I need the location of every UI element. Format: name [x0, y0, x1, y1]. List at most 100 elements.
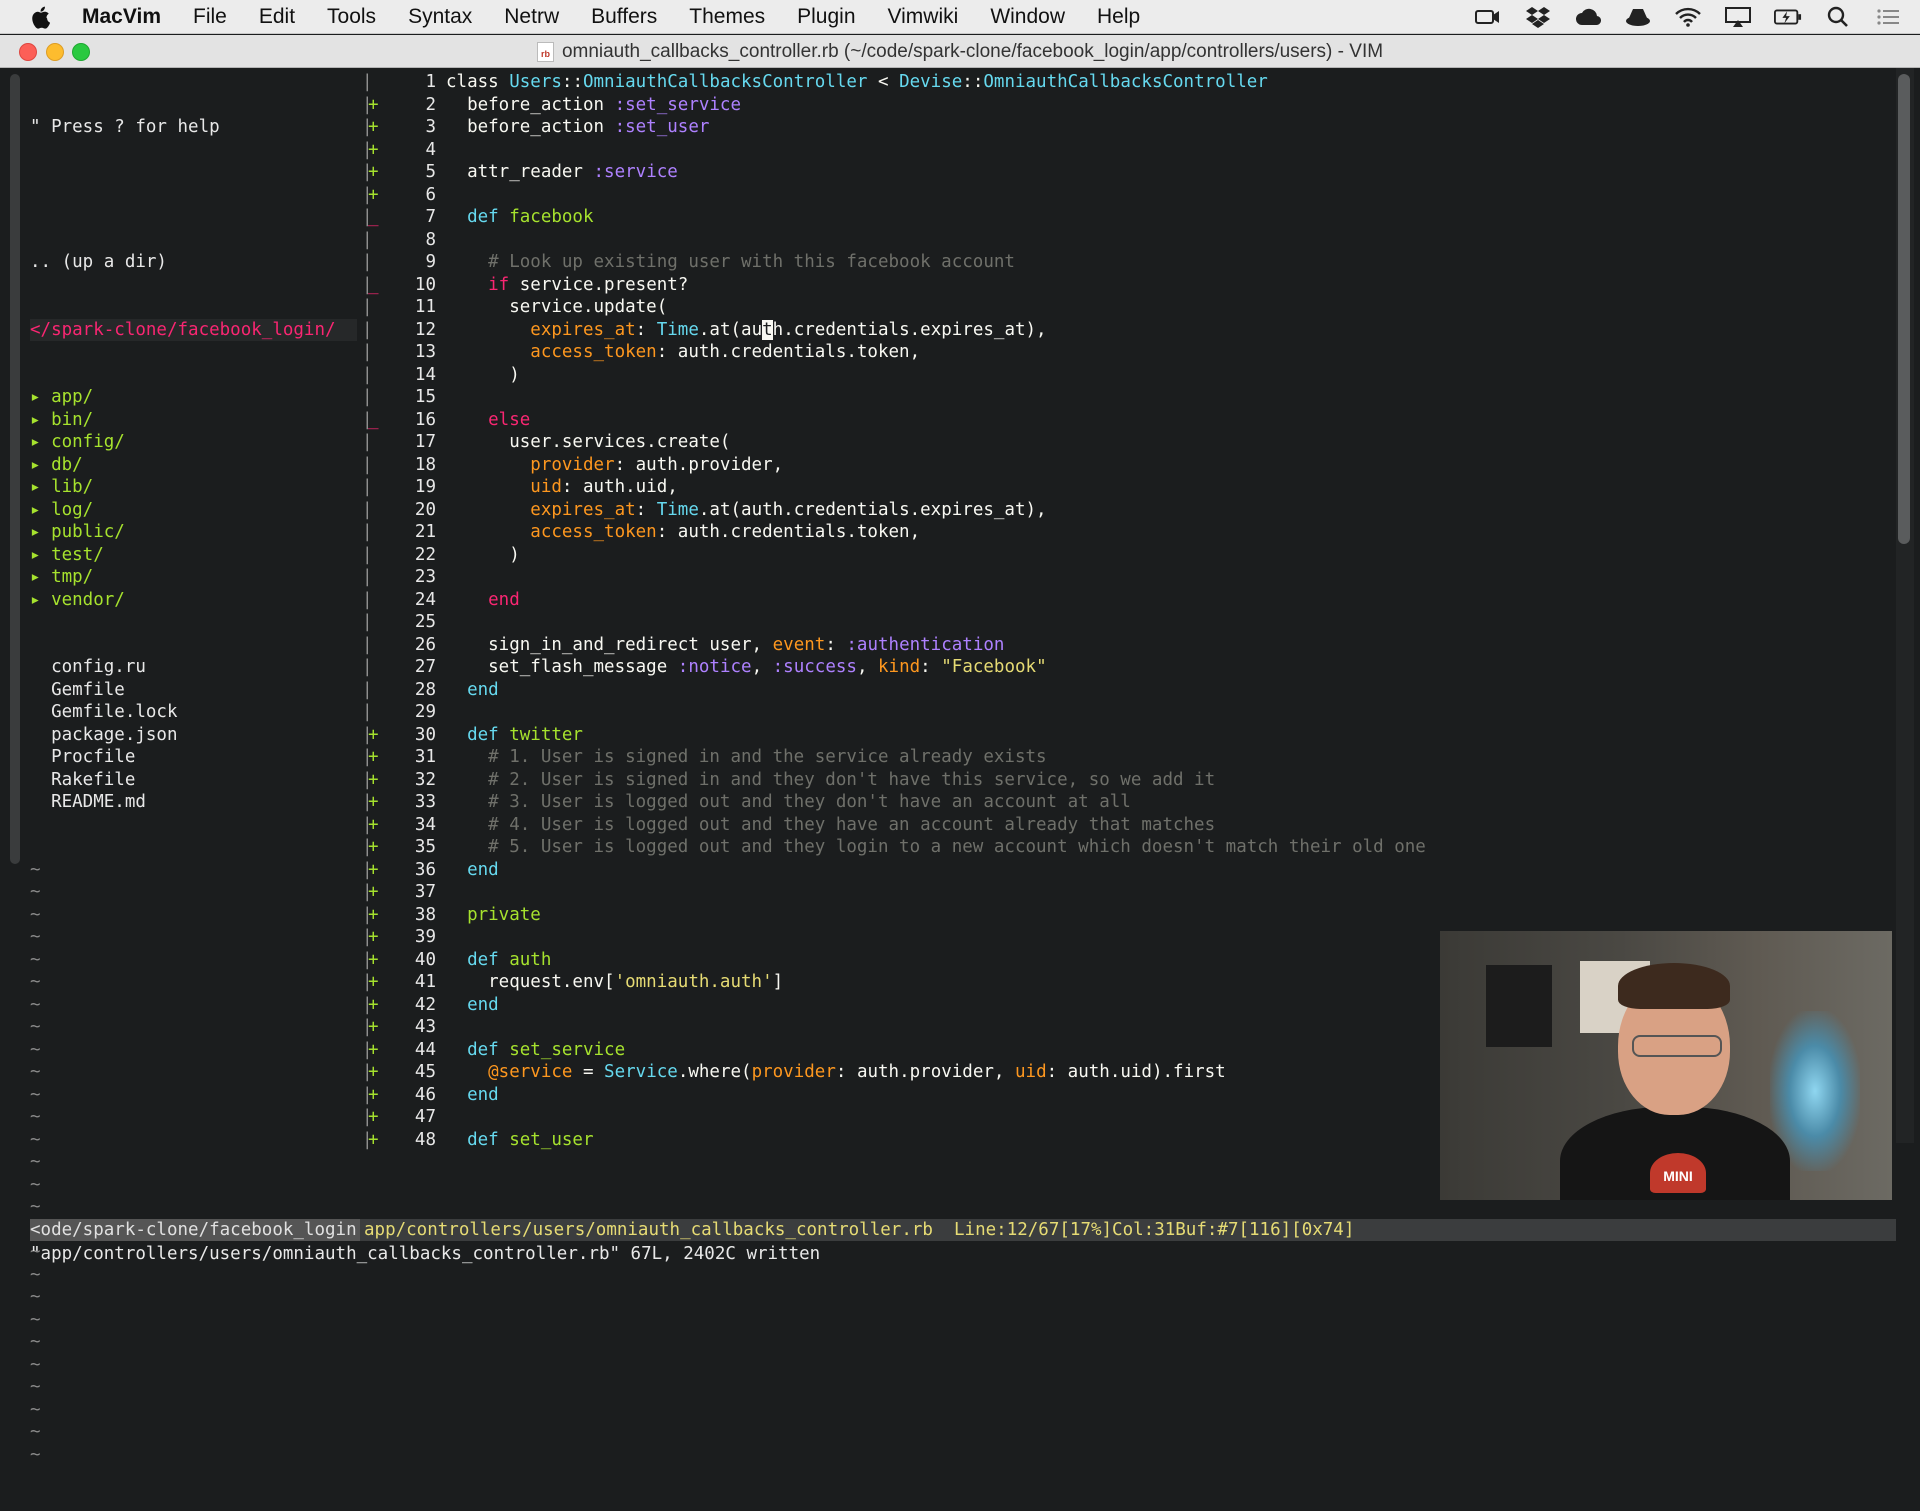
code-line[interactable]: | +33 # 3. User is logged out and they do…: [362, 791, 1892, 814]
tree-expand-arrow-icon[interactable]: ▸: [30, 477, 51, 497]
tree-file-item[interactable]: Gemfile: [30, 679, 357, 702]
menu-themes[interactable]: Themes: [689, 5, 765, 29]
cloud-icon[interactable]: [1574, 5, 1602, 29]
tree-dir-item[interactable]: ▸ public/: [30, 521, 357, 544]
code-line[interactable]: | +6: [362, 184, 1892, 207]
tree-expand-arrow-icon[interactable]: ▸: [30, 500, 51, 520]
code-text[interactable]: before_action :set_user: [446, 116, 709, 139]
code-text[interactable]: user.services.create(: [446, 431, 730, 454]
tree-up-dir[interactable]: .. (up a dir): [30, 251, 357, 274]
code-text[interactable]: ): [446, 364, 520, 387]
code-text[interactable]: access_token: auth.credentials.token,: [446, 341, 920, 364]
tree-expand-arrow-icon[interactable]: ▸: [30, 590, 51, 610]
code-line[interactable]: | _ 10 if service.present?: [362, 274, 1892, 297]
tree-dir-item[interactable]: ▸ log/: [30, 499, 357, 522]
code-text[interactable]: ): [446, 544, 520, 567]
code-line[interactable]: | +35 # 5. User is logged out and they lo…: [362, 836, 1892, 859]
tree-dir-item[interactable]: ▸ config/: [30, 431, 357, 454]
menu-syntax[interactable]: Syntax: [408, 5, 472, 29]
code-line[interactable]: | 13 access_token: auth.credentials.token…: [362, 341, 1892, 364]
code-text[interactable]: def set_service: [446, 1039, 625, 1062]
tree-expand-arrow-icon[interactable]: ▸: [30, 410, 51, 430]
code-line[interactable]: | 19 uid: auth.uid,: [362, 476, 1892, 499]
menu-edit[interactable]: Edit: [259, 5, 295, 29]
code-line[interactable]: | _ 7 def facebook: [362, 206, 1892, 229]
menu-vimwiki[interactable]: Vimwiki: [888, 5, 959, 29]
code-text[interactable]: end: [446, 994, 499, 1017]
code-text[interactable]: attr_reader :service: [446, 161, 678, 184]
tree-dir-item[interactable]: ▸ lib/: [30, 476, 357, 499]
code-text[interactable]: def facebook: [446, 206, 593, 229]
tree-dir-item[interactable]: ▸ tmp/: [30, 566, 357, 589]
code-text[interactable]: def auth: [446, 949, 551, 972]
code-line[interactable]: | 9 # Look up existing user with this fac…: [362, 251, 1892, 274]
code-line[interactable]: | +5 attr_reader :service: [362, 161, 1892, 184]
code-text[interactable]: expires_at: Time.at(auth.credentials.exp…: [446, 499, 1046, 522]
menu-plugin[interactable]: Plugin: [797, 5, 855, 29]
code-line[interactable]: | 26 sign_in_and_redirect user, event: :a…: [362, 634, 1892, 657]
code-line[interactable]: | 20 expires_at: Time.at(auth.credentials…: [362, 499, 1892, 522]
code-text[interactable]: if service.present?: [446, 274, 688, 297]
code-line[interactable]: | 21 access_token: auth.credentials.token…: [362, 521, 1892, 544]
code-text[interactable]: # 3. User is logged out and they don't h…: [446, 791, 1131, 814]
code-line[interactable]: | +37: [362, 881, 1892, 904]
apple-menu-icon[interactable]: [30, 5, 52, 29]
menu-file[interactable]: File: [193, 5, 227, 29]
tree-file-item[interactable]: README.md: [30, 791, 357, 814]
code-text[interactable]: private: [446, 904, 541, 927]
menu-tools[interactable]: Tools: [327, 5, 376, 29]
code-text[interactable]: expires_at: Time.at(auth.credentials.exp…: [446, 319, 1047, 342]
tree-file-item[interactable]: config.ru: [30, 656, 357, 679]
code-text[interactable]: provider: auth.provider,: [446, 454, 783, 477]
menu-netrw[interactable]: Netrw: [504, 5, 559, 29]
code-line[interactable]: | +38 private: [362, 904, 1892, 927]
code-line[interactable]: | +30 def twitter: [362, 724, 1892, 747]
code-text[interactable]: def set_user: [446, 1129, 593, 1152]
code-text[interactable]: # 1. User is signed in and the service a…: [446, 746, 1046, 769]
wifi-icon[interactable]: [1674, 5, 1702, 29]
code-line[interactable]: | 28 end: [362, 679, 1892, 702]
code-text[interactable]: uid: auth.uid,: [446, 476, 678, 499]
menu-app-name[interactable]: MacVim: [82, 5, 161, 29]
file-tree-pane[interactable]: " Press ? for help .. (up a dir) </spark…: [30, 71, 357, 1511]
tree-file-item[interactable]: Rakefile: [30, 769, 357, 792]
tree-dir-item[interactable]: ▸ app/: [30, 386, 357, 409]
tree-expand-arrow-icon[interactable]: ▸: [30, 455, 51, 475]
tree-file-item[interactable]: Gemfile.lock: [30, 701, 357, 724]
code-line[interactable]: | +32 # 2. User is signed in and they don…: [362, 769, 1892, 792]
code-scrollbar-thumb[interactable]: [1898, 74, 1910, 544]
tree-scrollbar[interactable]: [10, 74, 20, 864]
code-line[interactable]: | +34 # 4. User is logged out and they ha…: [362, 814, 1892, 837]
incognito-icon[interactable]: [1624, 5, 1652, 29]
code-line[interactable]: | 11 service.update(: [362, 296, 1892, 319]
code-line[interactable]: | 15: [362, 386, 1892, 409]
code-line[interactable]: | 12 expires_at: Time.at(auth.credentials…: [362, 319, 1892, 342]
menu-help[interactable]: Help: [1097, 5, 1140, 29]
code-text[interactable]: # Look up existing user with this facebo…: [446, 251, 1015, 274]
tree-current-dir[interactable]: </spark-clone/facebook_login/: [30, 318, 357, 341]
menu-window[interactable]: Window: [990, 5, 1065, 29]
code-line[interactable]: | 29: [362, 701, 1892, 724]
tree-dir-item[interactable]: ▸ bin/: [30, 409, 357, 432]
code-line[interactable]: | 23: [362, 566, 1892, 589]
code-line[interactable]: | +2 before_action :set_service: [362, 94, 1892, 117]
camera-icon[interactable]: [1474, 5, 1502, 29]
code-text[interactable]: access_token: auth.credentials.token,: [446, 521, 920, 544]
tree-dir-item[interactable]: ▸ vendor/: [30, 589, 357, 612]
code-text[interactable]: set_flash_message :notice, :success, kin…: [446, 656, 1046, 679]
command-line[interactable]: "app/controllers/users/omniauth_callback…: [30, 1242, 1896, 1266]
code-text[interactable]: class Users::OmniauthCallbacksController…: [446, 71, 1268, 94]
code-line[interactable]: | 1 class Users::OmniauthCallbacksControll…: [362, 71, 1892, 94]
tree-file-item[interactable]: Procfile: [30, 746, 357, 769]
search-icon[interactable]: [1824, 5, 1852, 29]
tree-expand-arrow-icon[interactable]: ▸: [30, 387, 51, 407]
code-line[interactable]: | 27 set_flash_message :notice, :success,…: [362, 656, 1892, 679]
tree-expand-arrow-icon[interactable]: ▸: [30, 522, 51, 542]
code-text[interactable]: sign_in_and_redirect user, event: :authe…: [446, 634, 1004, 657]
code-text[interactable]: end: [446, 589, 520, 612]
window-title-bar[interactable]: rb omniauth_callbacks_controller.rb (~/c…: [0, 35, 1920, 68]
battery-icon[interactable]: [1774, 5, 1802, 29]
code-text[interactable]: # 2. User is signed in and they don't ha…: [446, 769, 1215, 792]
code-text[interactable]: # 5. User is logged out and they login t…: [446, 836, 1426, 859]
code-line[interactable]: | 25: [362, 611, 1892, 634]
